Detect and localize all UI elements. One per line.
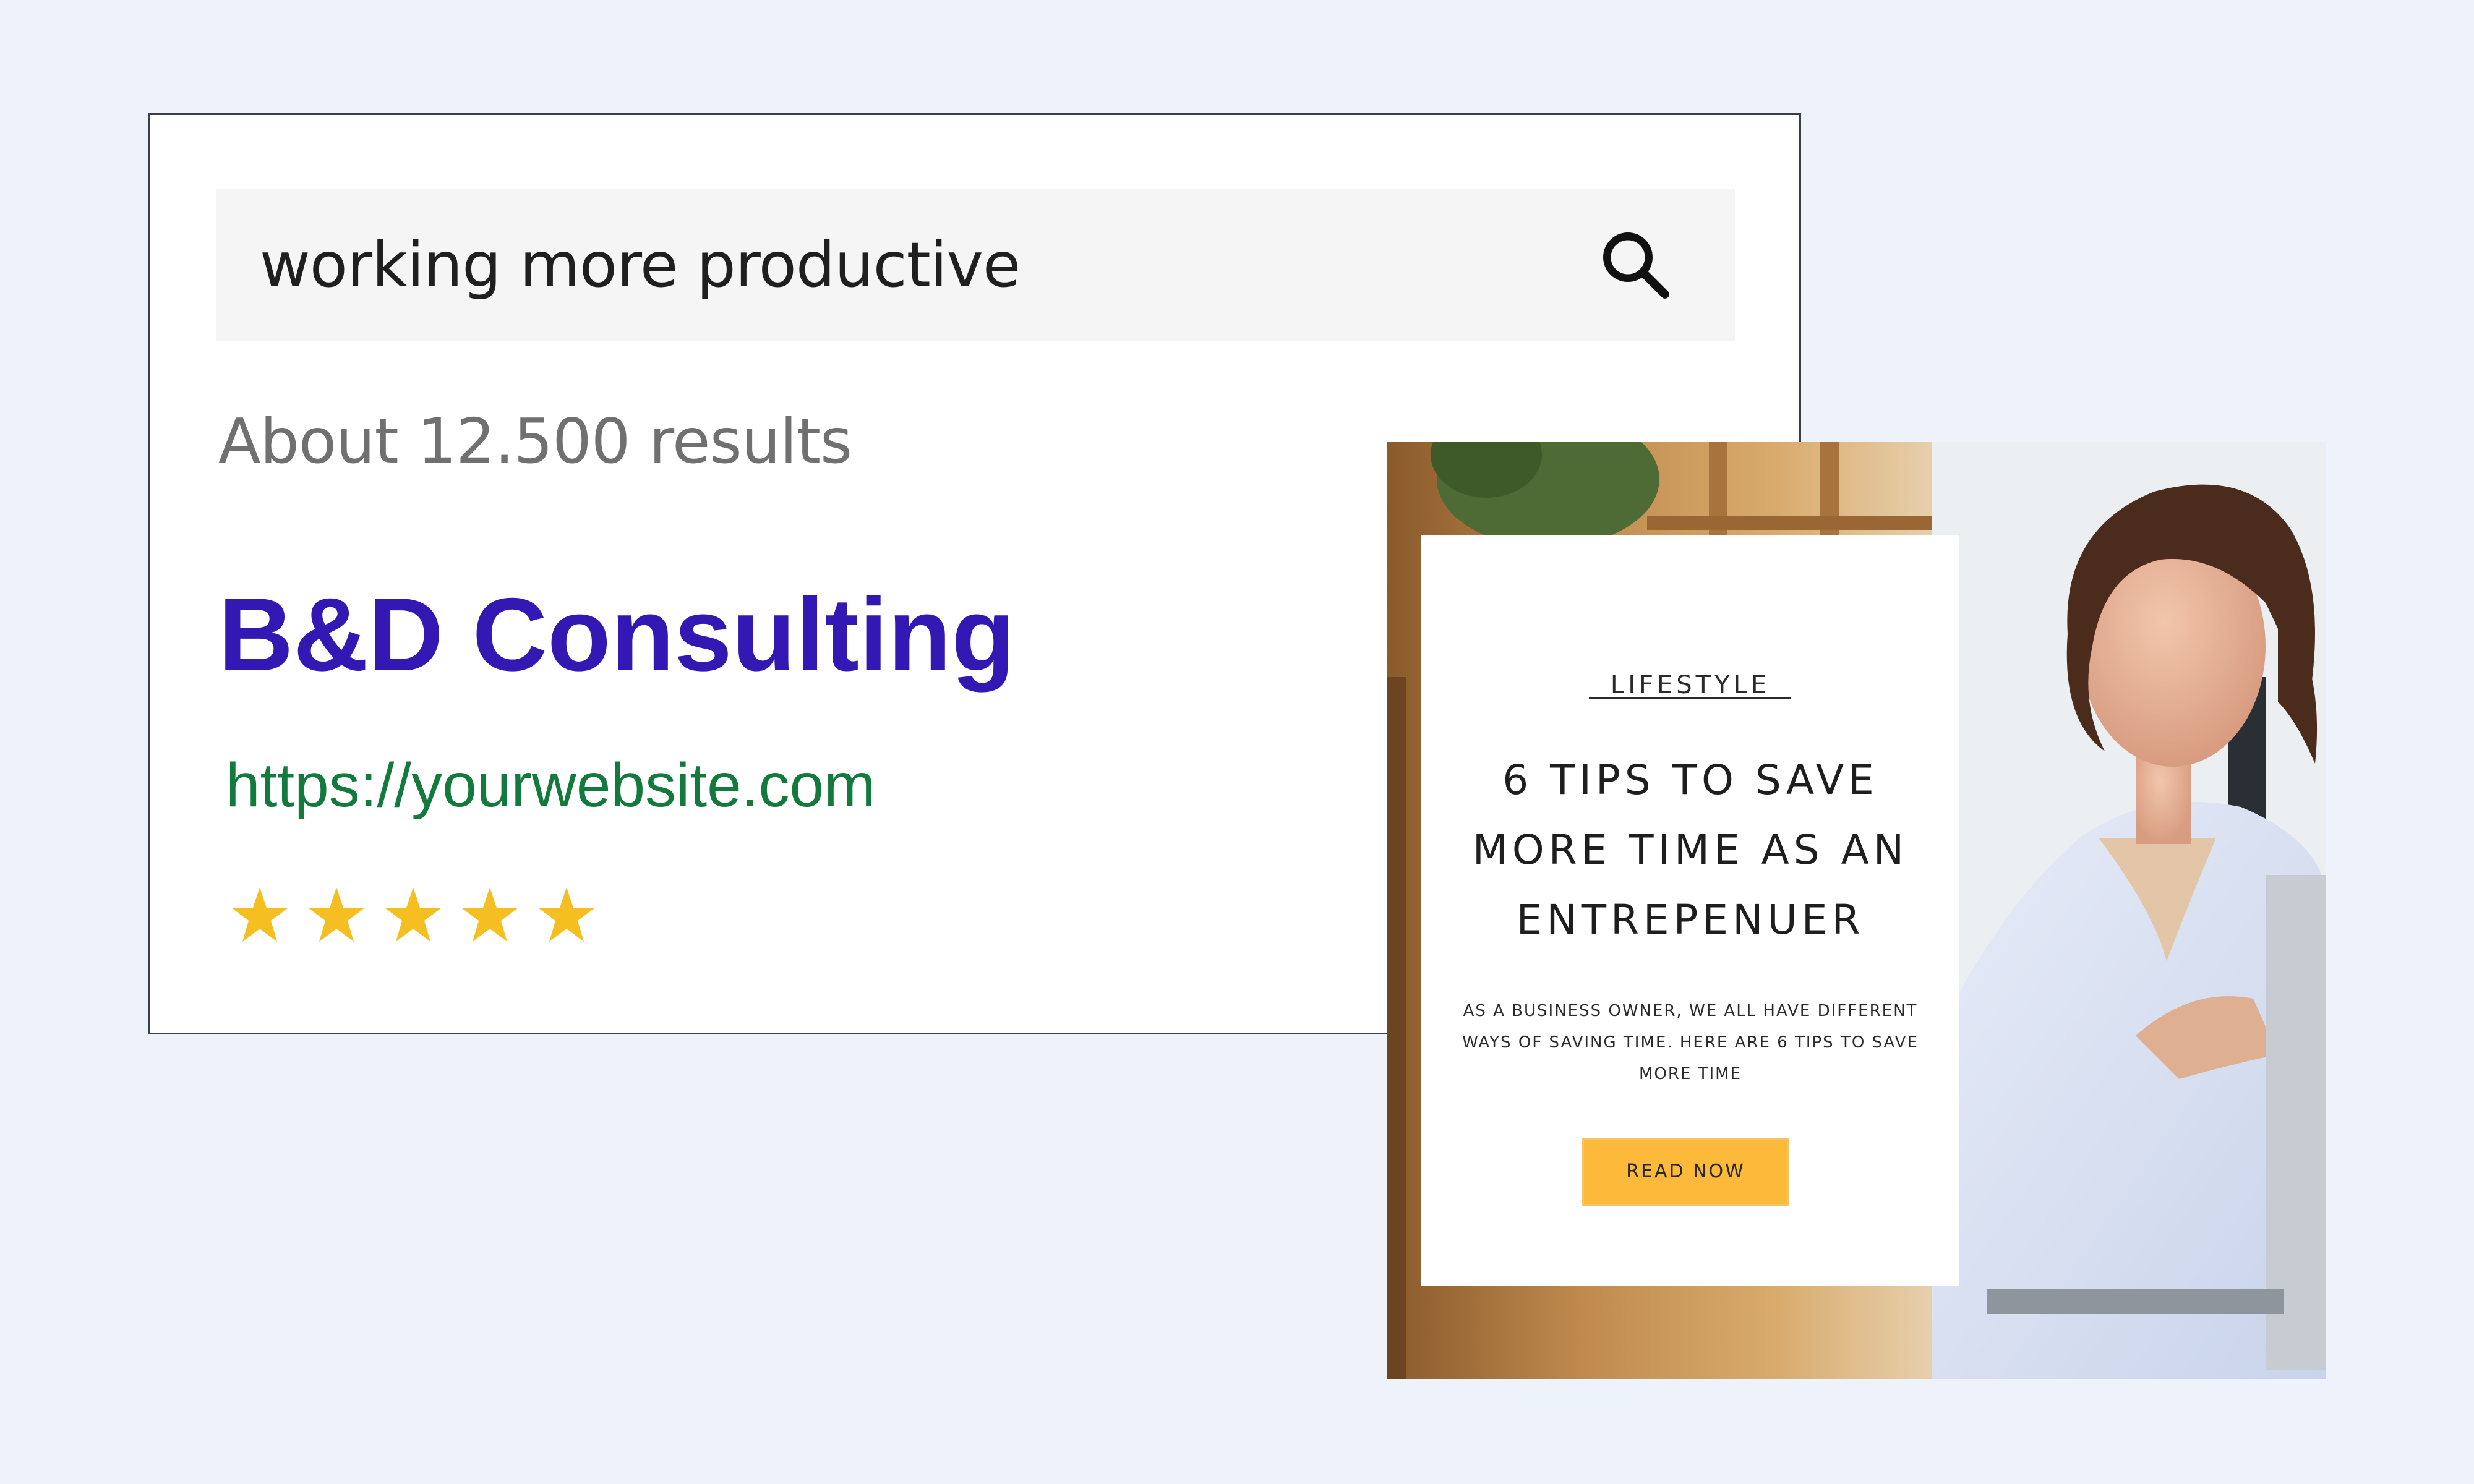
blog-excerpt: AS A BUSINESS OWNER, WE ALL HAVE DIFFERE… (1462, 1002, 1919, 1083)
star-icon (538, 887, 595, 942)
category-underline (1589, 697, 1791, 699)
result-title-link[interactable]: B&D Consulting (218, 575, 1015, 694)
search-input[interactable]: working more productive (260, 189, 1021, 341)
star-rating (229, 884, 612, 946)
star-icon (461, 887, 518, 942)
blog-post-card: LIFESTYLE 6 TIPS TO SAVE MORE TIME AS AN… (1387, 442, 2326, 1379)
results-count: About 12.500 results (218, 405, 852, 477)
blog-post-panel: LIFESTYLE 6 TIPS TO SAVE MORE TIME AS AN… (1421, 535, 1959, 1286)
star-icon (308, 887, 365, 942)
star-icon (231, 887, 288, 942)
search-icon[interactable] (1597, 226, 1674, 304)
star-icon (385, 887, 442, 942)
read-now-button[interactable]: READ NOW (1582, 1138, 1789, 1206)
search-bar[interactable]: working more productive (216, 189, 1735, 341)
blog-category: LIFESTYLE (1610, 671, 1771, 699)
blog-headline: 6 TIPS TO SAVE MORE TIME AS AN ENTREPENU… (1472, 756, 1909, 944)
result-url-link[interactable]: https://yourwebsite.com (226, 750, 875, 821)
